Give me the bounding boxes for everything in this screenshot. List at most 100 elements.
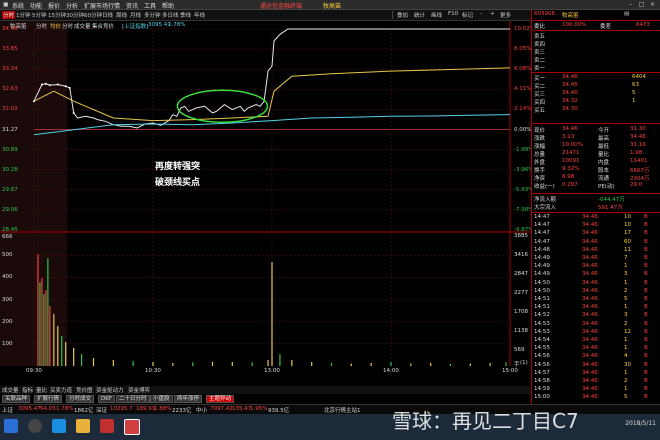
subtab-buy-sell-force[interactable]: 买卖力道 — [50, 386, 72, 394]
app-icon[interactable] — [100, 419, 114, 433]
panel-menu-icon[interactable]: ▤ — [624, 11, 629, 17]
tab-1min[interactable]: 1分钟 — [16, 11, 31, 19]
menu-item-tools[interactable]: 工具 — [144, 1, 156, 10]
weicha-label: 委差 — [600, 24, 612, 30]
tab-two-year-limit[interactable]: 两年涨停 — [174, 395, 203, 403]
stat-value: 21471 — [562, 150, 580, 156]
tick-price: 34.46 — [582, 361, 598, 368]
panel-row: 14:55 34.46 1 B — [532, 345, 660, 353]
tab-small-cap[interactable]: 小盘股 — [150, 395, 173, 403]
panel-row: 外盘 10091 内盘 11401 — [532, 158, 660, 166]
close-button[interactable]: × — [647, 1, 658, 9]
subtab-volume-ratio[interactable]: 量比 — [36, 386, 47, 394]
time-tick-label: 09:30 — [26, 368, 42, 374]
zoom-out-button[interactable]: - — [480, 11, 482, 17]
start-icon[interactable] — [4, 419, 18, 433]
volume-right-tick-label: 3885 — [514, 233, 528, 239]
search-icon[interactable] — [28, 419, 42, 433]
tab-15min[interactable]: 15分钟 — [48, 11, 66, 19]
tab-30min[interactable]: 30分钟 — [66, 11, 84, 19]
weibi-label: 委比 — [534, 24, 546, 30]
stat-value: 3.13 — [562, 134, 575, 140]
menu-item-help[interactable]: 帮助 — [162, 1, 174, 10]
menu-item-news[interactable]: 资讯 — [126, 1, 138, 10]
mark-button[interactable]: 标记 — [462, 11, 473, 19]
subtab-volume[interactable]: 成交量 — [2, 386, 19, 394]
panel-row: 14:51 34.46 5 B — [532, 296, 660, 304]
maximize-button[interactable]: □ — [636, 1, 647, 9]
stat-value: 31.16 — [630, 142, 646, 148]
volume-right-tick-label: 569 — [514, 347, 525, 353]
tab-20day[interactable]: 二十日分时 — [116, 395, 150, 403]
overlay-button[interactable]: 叠加 — [397, 11, 408, 19]
tab-tick-trades[interactable]: 分时成交 — [66, 395, 95, 403]
volume-bar — [267, 360, 269, 366]
volume-right-tick-label: 2847 — [514, 271, 528, 277]
tab-quarterly[interactable]: 季线 — [180, 11, 191, 19]
tab-5min[interactable]: 5分钟 — [32, 11, 47, 19]
panel-row: 卖一 — [532, 64, 660, 72]
chart-tab-intraday-2[interactable]: 分时 — [62, 22, 73, 30]
tick-volume: 1 — [624, 304, 628, 311]
menu-item-extended-market[interactable]: 扩展市场行情 — [84, 1, 120, 10]
tab-dkf[interactable]: DKF — [98, 395, 116, 403]
chart-tab-avg[interactable]: 均价 — [50, 22, 61, 30]
tick-price: 34.46 — [582, 369, 598, 376]
menu-item-system[interactable]: 系统 — [12, 1, 24, 10]
tick-price: 34.46 — [582, 263, 598, 270]
tick-volume: 1 — [624, 386, 628, 393]
tab-theme-movement[interactable]: 主题异动 — [206, 395, 235, 403]
tab-yearly[interactable]: 年线 — [194, 11, 205, 19]
stat-value: 29.0 — [630, 182, 643, 188]
volume-max-label: 666 — [2, 234, 13, 240]
ie-browser-icon[interactable] — [52, 419, 66, 433]
menu-item-quote[interactable]: 报价 — [48, 1, 60, 10]
chart-tab-intraday[interactable]: 分时 — [36, 22, 47, 30]
price-tick-label: 34.46 — [2, 26, 18, 32]
tick-price: 34.46 — [582, 337, 598, 343]
minimize-button[interactable]: – — [625, 1, 636, 9]
tdx-terminal-icon[interactable] — [124, 419, 140, 435]
f10-button[interactable]: F10 — [448, 11, 458, 17]
tick-time: 14:51 — [534, 304, 550, 311]
chart-canvas[interactable] — [0, 21, 530, 387]
subtab-auction-chart[interactable]: 竞价图 — [76, 386, 93, 394]
stats-button[interactable]: 统计 — [414, 11, 425, 19]
window-subtitle: 牧高笛 — [323, 3, 342, 10]
system-clock: 2018/5/11 — [625, 420, 656, 427]
chart-tab-volume[interactable]: 成交量 — [74, 22, 91, 30]
chart-tab-auction[interactable]: 集合竞价 — [92, 22, 114, 30]
tab-weekly[interactable]: 周线 — [116, 11, 127, 19]
subtab-indicator[interactable]: 指标 — [22, 386, 33, 394]
pct-tick-label: 8.05% — [514, 46, 532, 53]
tab-related[interactable]: 关联品种 — [2, 395, 31, 403]
tab-multi-day[interactable]: 多日线 — [162, 11, 179, 19]
pct-tick-label: 6.08% — [514, 66, 532, 73]
panel-row: 总量 21471 量比 1.98 — [532, 150, 660, 158]
file-explorer-icon[interactable] — [76, 419, 90, 433]
tick-direction: B — [644, 378, 648, 384]
tab-extended[interactable]: 扩展行情 — [34, 395, 63, 403]
app-logo-icon[interactable]: ▣ — [3, 1, 9, 8]
menu-item-analysis[interactable]: 分析 — [66, 1, 78, 10]
server-name[interactable]: 北京行情主站1 — [324, 406, 361, 414]
tab-intraday[interactable]: 分时 — [2, 11, 16, 19]
time-tick-label: 13:00 — [264, 368, 280, 374]
tab-multi-minute[interactable]: 多分钟 — [144, 11, 161, 19]
zoom-in-button[interactable]: + — [490, 11, 495, 17]
panel-row: 卖五 — [532, 32, 660, 40]
intraday-chart[interactable]: 牧高笛 分时 均价 分时 成交量 集合竞价 [上证指数] 3095.47 1.7… — [0, 21, 535, 387]
menu-item-function[interactable]: 功能 — [30, 1, 42, 10]
panel-row: 14:56 34.46 4 B — [532, 353, 660, 361]
subtab-fund-drive[interactable]: 资金驱动力 — [96, 386, 124, 394]
tab-monthly[interactable]: 月线 — [130, 11, 141, 19]
tick-direction: B — [644, 222, 648, 229]
tab-daily[interactable]: 日线 — [102, 11, 113, 19]
tick-volume: 1 — [624, 345, 628, 352]
draw-line-button[interactable]: 画线 — [431, 11, 442, 19]
subtab-fund-game[interactable]: 资金博弈 — [128, 386, 150, 394]
sh-change: 54.03 — [40, 406, 56, 412]
more-button[interactable]: 更多 — [500, 11, 511, 19]
tab-60min[interactable]: 60分钟 — [84, 11, 102, 19]
tick-volume: 4 — [624, 353, 628, 360]
